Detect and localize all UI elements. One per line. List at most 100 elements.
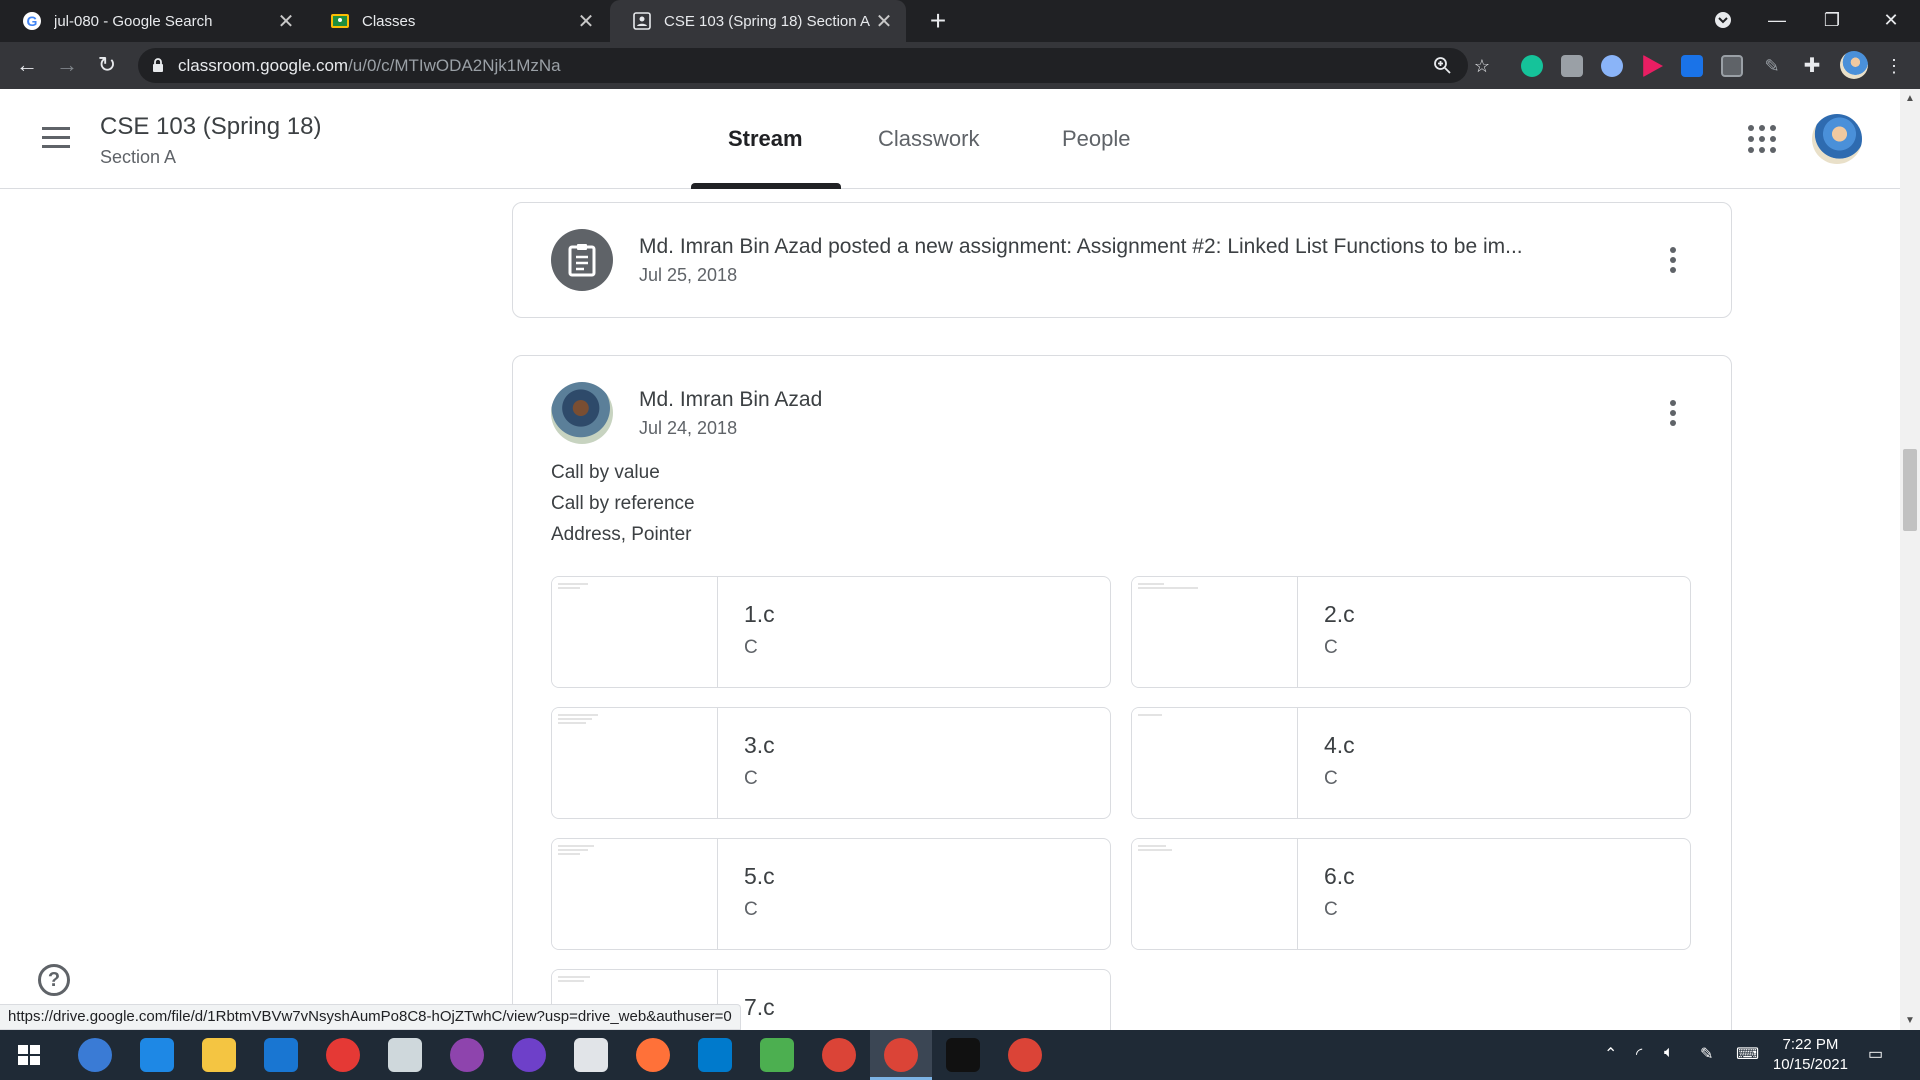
chrome-profile-icon[interactable] — [1008, 1038, 1042, 1072]
bookmark-star-icon[interactable]: ☆ — [1472, 56, 1492, 76]
link-status-url: https://drive.google.com/file/d/1RbtmVBV… — [0, 1004, 741, 1030]
close-window-button[interactable]: ✕ — [1864, 0, 1918, 42]
back-arrow-icon[interactable]: ← — [12, 50, 42, 80]
keyboard-icon[interactable]: ⌨ — [1736, 1044, 1759, 1064]
tab-people[interactable]: People — [1062, 126, 1131, 152]
new-tab-button[interactable]: + — [922, 4, 954, 38]
file-thumbnail — [552, 708, 718, 818]
classroom-icon — [330, 11, 350, 31]
attachment-type: C — [1324, 637, 1338, 658]
svg-text:G: G — [27, 13, 38, 29]
windows-start-icon[interactable] — [12, 1038, 46, 1072]
body-line: Address, Pointer — [551, 524, 692, 545]
opera-icon[interactable] — [326, 1038, 360, 1072]
tab-classes[interactable]: Classes ✕ — [308, 0, 608, 42]
file-thumbnail — [552, 839, 718, 949]
lock-icon — [153, 58, 163, 72]
notification-icon[interactable]: ▭ — [1868, 1044, 1883, 1064]
scroll-down-arrow-icon[interactable]: ▼ — [1905, 1015, 1915, 1026]
file-thumbnail — [1132, 577, 1298, 687]
paint-icon[interactable] — [574, 1038, 608, 1072]
scroll-up-arrow-icon[interactable]: ▲ — [1905, 93, 1915, 104]
windows-taskbar: ⌃ ◜ 🔈︎ ✎ ⌨ 7:22 PM 10/15/2021 ▭ — [0, 1030, 1920, 1080]
file-thumbnail — [1132, 708, 1298, 818]
download-icon[interactable] — [1681, 55, 1703, 77]
pen-workspace-icon[interactable]: ✎ — [1700, 1044, 1713, 1064]
hamburger-menu-icon[interactable] — [42, 127, 70, 149]
camera-icon[interactable] — [1561, 55, 1583, 77]
tab-title: jul-080 - Google Search — [54, 12, 213, 30]
minimize-button[interactable]: — — [1750, 0, 1804, 42]
attachment-type: C — [1324, 899, 1338, 920]
attachment-card[interactable]: 1.c C — [551, 576, 1111, 688]
attachment-card[interactable]: 3.c C — [551, 707, 1111, 819]
close-tab-icon[interactable]: ✕ — [872, 9, 896, 34]
tab-search-icon[interactable] — [1696, 0, 1750, 42]
url-text: classroom.google.com/u/0/c/MTIwODA2Njk1M… — [178, 56, 561, 76]
taskbar-clock[interactable]: 7:22 PM 10/15/2021 — [1773, 1035, 1848, 1075]
messenger-icon[interactable] — [450, 1038, 484, 1072]
attachment-name: 3.c — [744, 732, 775, 758]
chrome-active-icon[interactable] — [884, 1038, 918, 1072]
tab-title: CSE 103 (Spring 18) Section A — [664, 12, 870, 30]
globe-app-icon[interactable] — [760, 1038, 794, 1072]
address-bar[interactable]: classroom.google.com/u/0/c/MTIwODA2Njk1M… — [138, 48, 1468, 83]
tab-google-search[interactable]: G jul-080 - Google Search ✕ — [0, 0, 308, 42]
page-scrollbar[interactable]: ▲ ▼ — [1900, 89, 1920, 1030]
body-line: Call by reference — [551, 493, 695, 514]
chrome-icon[interactable] — [822, 1038, 856, 1072]
qb-icon[interactable] — [78, 1038, 112, 1072]
tab-cse103[interactable]: CSE 103 (Spring 18) Section A ✕ — [610, 0, 906, 42]
vscode-icon[interactable] — [698, 1038, 732, 1072]
class-name[interactable]: CSE 103 (Spring 18) — [100, 113, 321, 141]
help-icon[interactable]: ? — [38, 964, 70, 996]
wifi-icon[interactable]: ◜ — [1636, 1044, 1642, 1064]
github-desktop-icon[interactable] — [512, 1038, 546, 1072]
edge-icon[interactable] — [140, 1038, 174, 1072]
browser-toolbar: ← → ↻ classroom.google.com/u/0/c/MTIwODA… — [0, 42, 1920, 89]
google-apps-icon[interactable] — [1748, 125, 1776, 153]
assignment-post-title[interactable]: Md. Imran Bin Azad posted a new assignme… — [639, 235, 1649, 259]
tab-classwork[interactable]: Classwork — [878, 126, 979, 152]
attachment-card[interactable]: 6.c C — [1131, 838, 1691, 950]
assignment-post-card[interactable]: Md. Imran Bin Azad posted a new assignme… — [512, 202, 1732, 318]
forward-arrow-icon[interactable]: → — [52, 50, 82, 80]
more-options-icon[interactable] — [1668, 400, 1678, 430]
close-tab-icon[interactable]: ✕ — [274, 9, 298, 34]
tray-chevron-icon[interactable]: ⌃ — [1604, 1044, 1617, 1064]
mail-icon[interactable] — [264, 1038, 298, 1072]
browser-menu-icon[interactable]: ⋮ — [1884, 56, 1904, 76]
google-g-icon: G — [22, 11, 42, 31]
announcement-card: Md. Imran Bin Azad Jul 24, 2018 Call by … — [512, 355, 1732, 1080]
attachment-card[interactable]: 2.c C — [1131, 576, 1691, 688]
scrollbar-thumb[interactable] — [1903, 449, 1917, 531]
attachment-type: C — [744, 899, 758, 920]
close-tab-icon[interactable]: ✕ — [574, 9, 598, 34]
reload-icon[interactable]: ↻ — [92, 50, 122, 80]
file-explorer-icon[interactable] — [202, 1038, 236, 1072]
puzzle-icon[interactable]: ✚ — [1801, 55, 1823, 77]
attachment-type: C — [744, 637, 758, 658]
screen-icon[interactable] — [1721, 55, 1743, 77]
profile-avatar-icon[interactable] — [1840, 51, 1868, 79]
firefox-icon[interactable] — [636, 1038, 670, 1072]
attachment-card[interactable]: 4.c C — [1131, 707, 1691, 819]
clock-time: 7:22 PM — [1782, 1036, 1839, 1053]
account-avatar[interactable] — [1812, 114, 1862, 164]
zoom-icon[interactable] — [1432, 56, 1452, 76]
more-options-icon[interactable] — [1668, 247, 1678, 277]
pen-icon[interactable]: ✎ — [1761, 55, 1783, 77]
satellite-icon[interactable] — [388, 1038, 422, 1072]
tab-stream[interactable]: Stream — [728, 126, 803, 152]
classroom-people-icon — [632, 11, 652, 31]
attachment-name: 6.c — [1324, 863, 1355, 889]
extension-eye-icon[interactable] — [1601, 55, 1623, 77]
restore-button[interactable]: ❐ — [1805, 0, 1859, 42]
active-tab-indicator — [691, 183, 841, 189]
grammarly-icon[interactable] — [1521, 55, 1543, 77]
file-thumbnail — [552, 577, 718, 687]
terminal-icon[interactable] — [946, 1038, 980, 1072]
volume-icon[interactable]: 🔈︎ — [1664, 1044, 1674, 1062]
flag-icon[interactable] — [1643, 55, 1663, 77]
attachment-card[interactable]: 5.c C — [551, 838, 1111, 950]
